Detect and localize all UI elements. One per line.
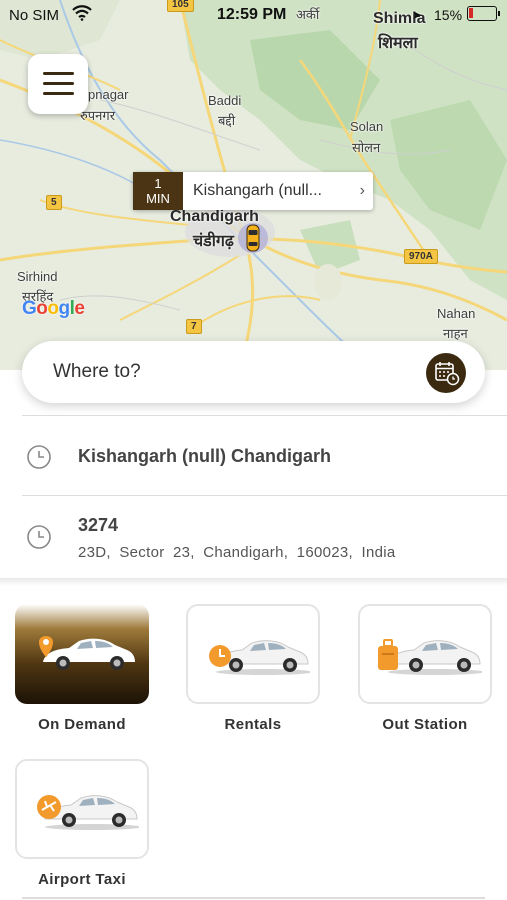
eta-bubble[interactable]: 1 MIN Kishangarh (null... ›	[133, 172, 373, 210]
schedule-ride-button[interactable]	[426, 353, 466, 393]
eta-unit: MIN	[146, 191, 170, 206]
service-rentals[interactable]: Rentals	[186, 604, 320, 733]
road-shield: 7	[186, 319, 202, 334]
car-image	[209, 640, 310, 675]
map-label-baddi-hindi: बद्दी	[218, 113, 236, 128]
service-card	[15, 604, 149, 704]
calendar-clock-icon	[435, 362, 460, 386]
map-label-solan: Solan	[350, 119, 384, 134]
status-bar: No SIM 12:59 PM ➤ 15%	[0, 0, 507, 30]
chevron-right-icon: ›	[359, 182, 365, 199]
map-label-nahan: Nahan	[437, 306, 476, 321]
service-label: Airport Taxi	[38, 871, 126, 888]
recent-place-address: 23D, Sector 23, Chandigarh, 160023, Indi…	[78, 544, 396, 561]
section-divider	[0, 578, 507, 586]
hamburger-line	[43, 72, 74, 75]
hamburger-line	[43, 82, 74, 85]
status-time: 12:59 PM	[217, 6, 287, 23]
service-label: Out Station	[382, 716, 468, 733]
map-label-sirhind: Sirhind	[17, 269, 58, 284]
map-label-shimla-hindi: शिमला	[378, 35, 418, 52]
service-out-station[interactable]: Out Station	[358, 604, 492, 733]
battery-level-fill	[469, 8, 473, 18]
menu-button[interactable]	[28, 54, 88, 114]
car-image	[378, 639, 482, 675]
carrier-label: No SIM	[9, 7, 60, 24]
service-card	[186, 604, 320, 704]
car-location-marker	[238, 223, 268, 253]
service-label: Rentals	[224, 716, 282, 733]
road-shield: 970A	[404, 249, 438, 264]
battery-percent: 15%	[434, 7, 463, 23]
service-card	[15, 759, 149, 859]
service-on-demand[interactable]: On Demand	[15, 604, 149, 733]
recent-place-title: Kishangarh (null) Chandigarh	[78, 446, 332, 466]
location-arrow-icon: ➤	[412, 8, 423, 22]
map-label-rupnagar: pnagar	[88, 87, 129, 102]
road-shield: 5	[46, 195, 62, 210]
eta-minutes-box: 1 MIN	[133, 172, 183, 210]
bottom-divider	[22, 897, 485, 899]
wifi-icon	[72, 5, 92, 21]
clock-icon	[27, 525, 51, 549]
map-label-nahan-hindi: नाहन	[443, 326, 468, 341]
service-label: On Demand	[38, 716, 126, 733]
eta-minutes: 1	[154, 176, 162, 191]
map-label-baddi: Baddi	[208, 93, 242, 108]
map-label-chandigarh-hindi: चंडीगढ़	[193, 233, 234, 250]
hamburger-line	[43, 92, 74, 95]
recent-place-title: 3274	[78, 515, 119, 535]
car-image	[37, 795, 139, 830]
eta-place-label: Kishangarh (null...	[193, 182, 322, 199]
car-image	[39, 636, 135, 670]
map-label-rupnagar-hindi: रुपनगर	[80, 108, 116, 123]
where-to-search-bar[interactable]: Where to?	[22, 341, 485, 403]
service-airport-taxi[interactable]: Airport Taxi	[15, 759, 149, 888]
map-label-solan-hindi: सोलन	[352, 140, 381, 155]
recent-place-item[interactable]: 3274 23D, Sector 23, Chandigarh, 160023,…	[22, 495, 507, 579]
recent-place-item[interactable]: Kishangarh (null) Chandigarh	[22, 415, 507, 495]
battery-low-icon	[467, 6, 500, 21]
eta-place: Kishangarh (null... ›	[183, 172, 373, 210]
clock-icon	[27, 445, 51, 469]
where-to-placeholder: Where to?	[53, 361, 141, 382]
service-card	[358, 604, 492, 704]
google-logo: Google	[22, 298, 85, 319]
